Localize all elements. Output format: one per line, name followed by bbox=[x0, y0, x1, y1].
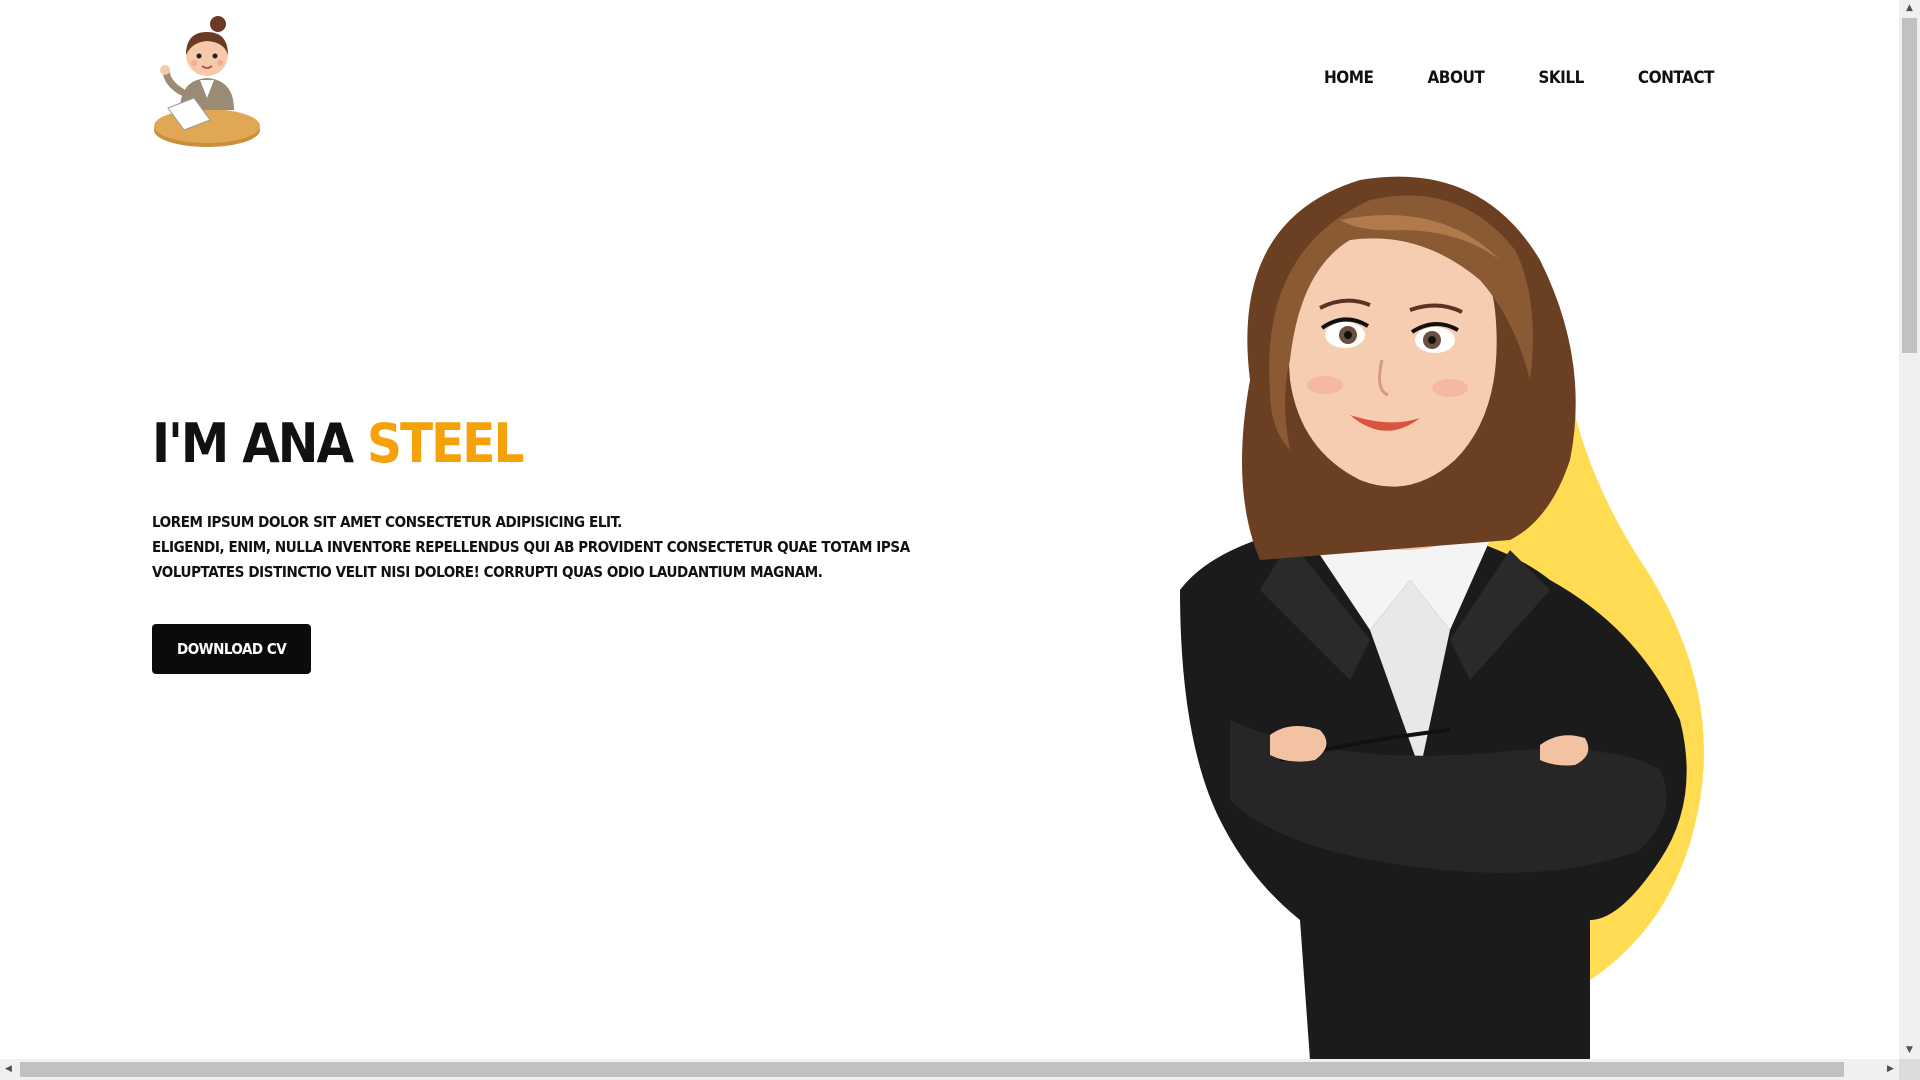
scrollbar-corner bbox=[1899, 1059, 1920, 1080]
nav-home[interactable]: HOME bbox=[1324, 68, 1374, 88]
hero-title: I'M ANA STEEL bbox=[152, 412, 912, 476]
hero-title-prefix: I'M ANA bbox=[152, 412, 367, 475]
hero-description: LOREM IPSUM DOLOR SIT AMET CONSECTETUR A… bbox=[152, 510, 912, 585]
hero-description-line: LOREM IPSUM DOLOR SIT AMET CONSECTETUR A… bbox=[152, 513, 622, 531]
hero-description-line: ELIGENDI, ENIM, NULLA INVENTORE REPELLEN… bbox=[152, 538, 910, 556]
nav-contact[interactable]: CONTACT bbox=[1638, 68, 1715, 88]
page-viewport: HOME ABOUT SKILL CONTACT I'M ANA STEEL L… bbox=[0, 0, 1899, 1059]
download-cv-button[interactable]: DOWNLOAD CV bbox=[152, 624, 312, 674]
scroll-down-arrow-icon[interactable]: ▼ bbox=[1899, 1042, 1920, 1059]
vertical-scroll-thumb[interactable] bbox=[1902, 18, 1917, 353]
hero-section: I'M ANA STEEL LOREM IPSUM DOLOR SIT AMET… bbox=[152, 412, 912, 674]
hero-description-line: VOLUPTATES DISTINCTIO VELIT NISI DOLORE!… bbox=[152, 563, 823, 581]
hero-title-accent: STEEL bbox=[366, 412, 524, 475]
vertical-scrollbar[interactable]: ▲ ▼ bbox=[1899, 0, 1920, 1059]
main-nav: HOME ABOUT SKILL CONTACT bbox=[1270, 68, 1715, 88]
scroll-left-arrow-icon[interactable]: ◀ bbox=[0, 1059, 17, 1080]
horizontal-scrollbar[interactable]: ◀ ▶ bbox=[0, 1059, 1899, 1080]
horizontal-scroll-thumb[interactable] bbox=[20, 1062, 1844, 1077]
nav-about[interactable]: ABOUT bbox=[1427, 68, 1484, 88]
scroll-right-arrow-icon[interactable]: ▶ bbox=[1882, 1059, 1899, 1080]
scroll-up-arrow-icon[interactable]: ▲ bbox=[1899, 0, 1920, 17]
nav-skill[interactable]: SKILL bbox=[1538, 68, 1584, 88]
businesswoman-illustration-icon bbox=[1120, 160, 1740, 1059]
woman-at-desk-logo-icon[interactable] bbox=[150, 10, 265, 155]
